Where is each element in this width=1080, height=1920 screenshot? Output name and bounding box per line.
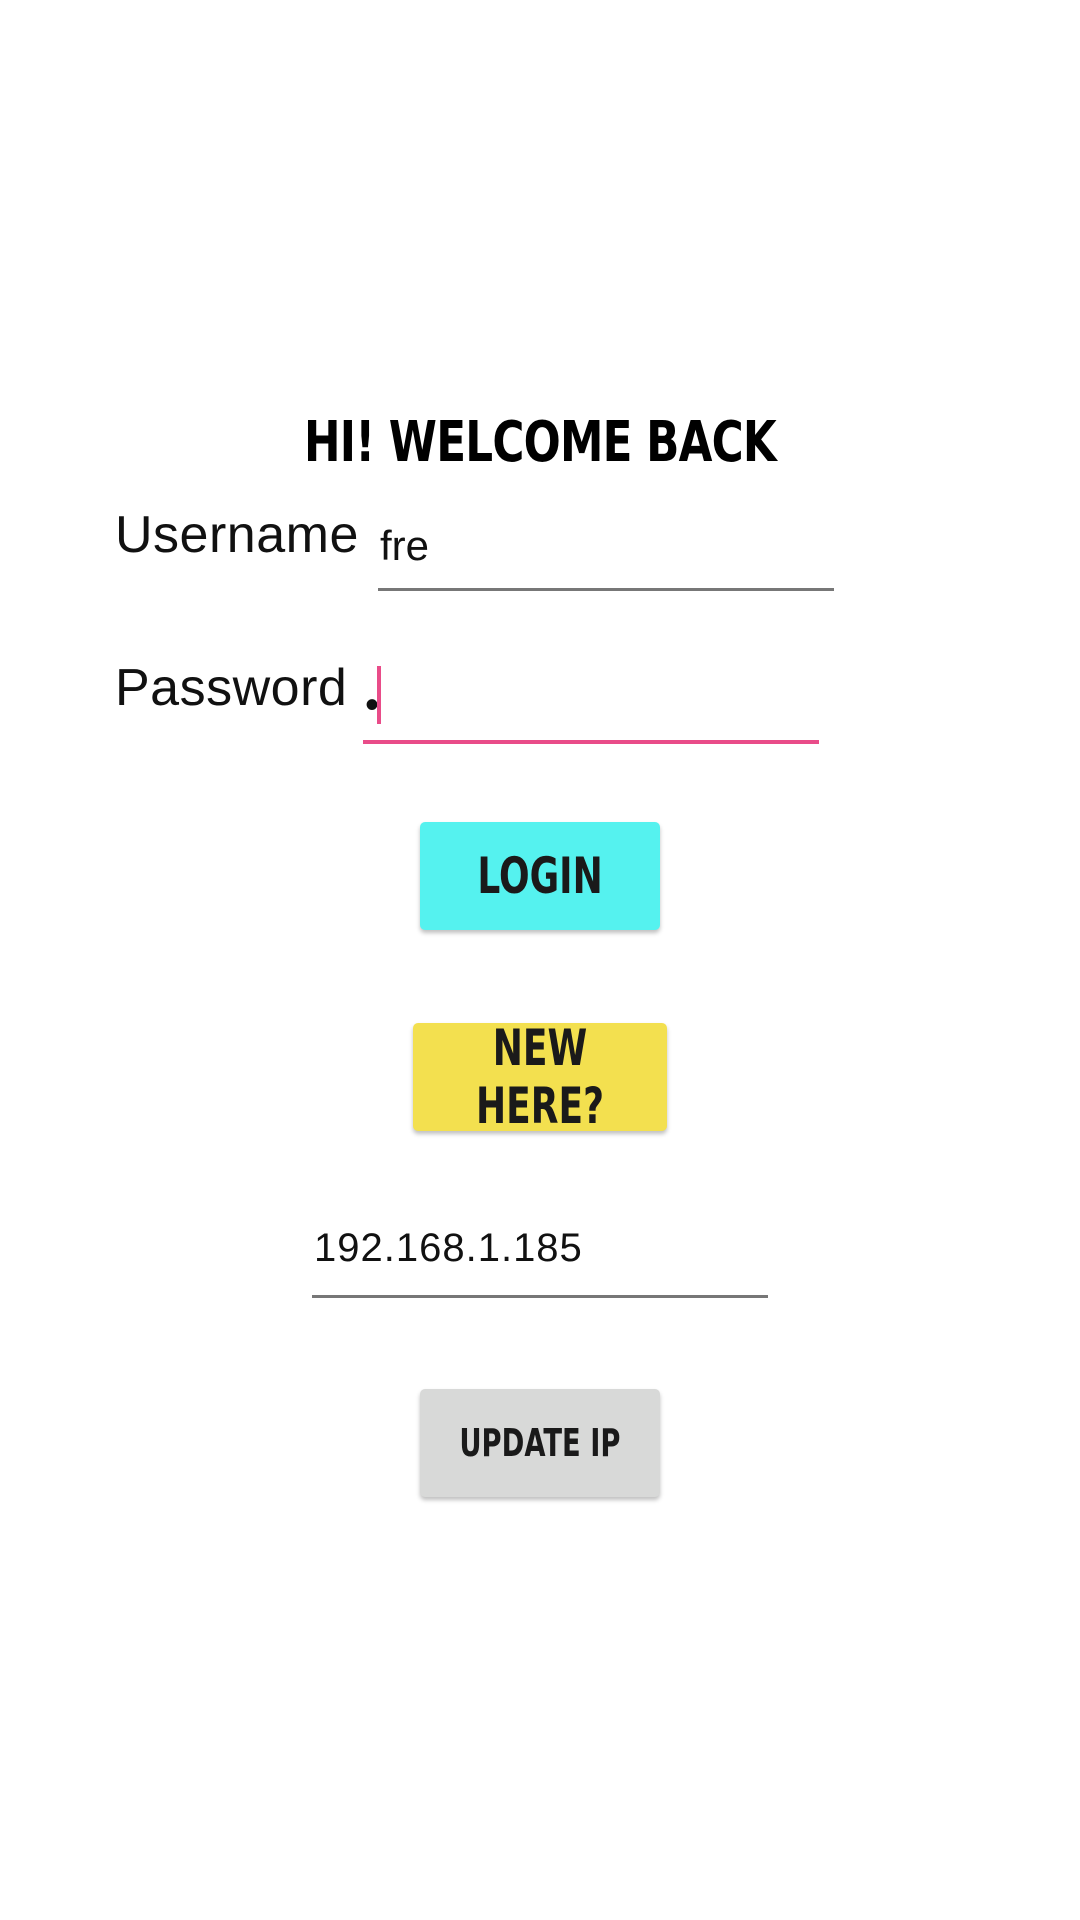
- new-here-button[interactable]: NEW HERE?: [413, 1019, 667, 1135]
- text-cursor: [377, 666, 381, 724]
- ip-address-value: 192.168.1.185: [314, 1226, 583, 1270]
- password-label: Password: [115, 659, 348, 717]
- username-field[interactable]: fre: [378, 505, 834, 591]
- login-screen: HI! WELCOME BACK Username fre Password •…: [0, 0, 1080, 1920]
- page-title: HI! WELCOME BACK: [303, 410, 777, 475]
- ip-address-field[interactable]: 192.168.1.185: [312, 1212, 768, 1298]
- password-field[interactable]: •: [363, 658, 819, 744]
- login-button[interactable]: LOGIN: [420, 822, 660, 930]
- username-value: fre: [380, 522, 430, 569]
- new-here-button-label: NEW HERE?: [476, 1019, 604, 1135]
- update-ip-button-label: UPDATE IP: [459, 1421, 621, 1465]
- update-ip-button[interactable]: UPDATE IP: [420, 1389, 660, 1497]
- username-label: Username: [115, 506, 359, 564]
- login-button-label: LOGIN: [477, 847, 603, 905]
